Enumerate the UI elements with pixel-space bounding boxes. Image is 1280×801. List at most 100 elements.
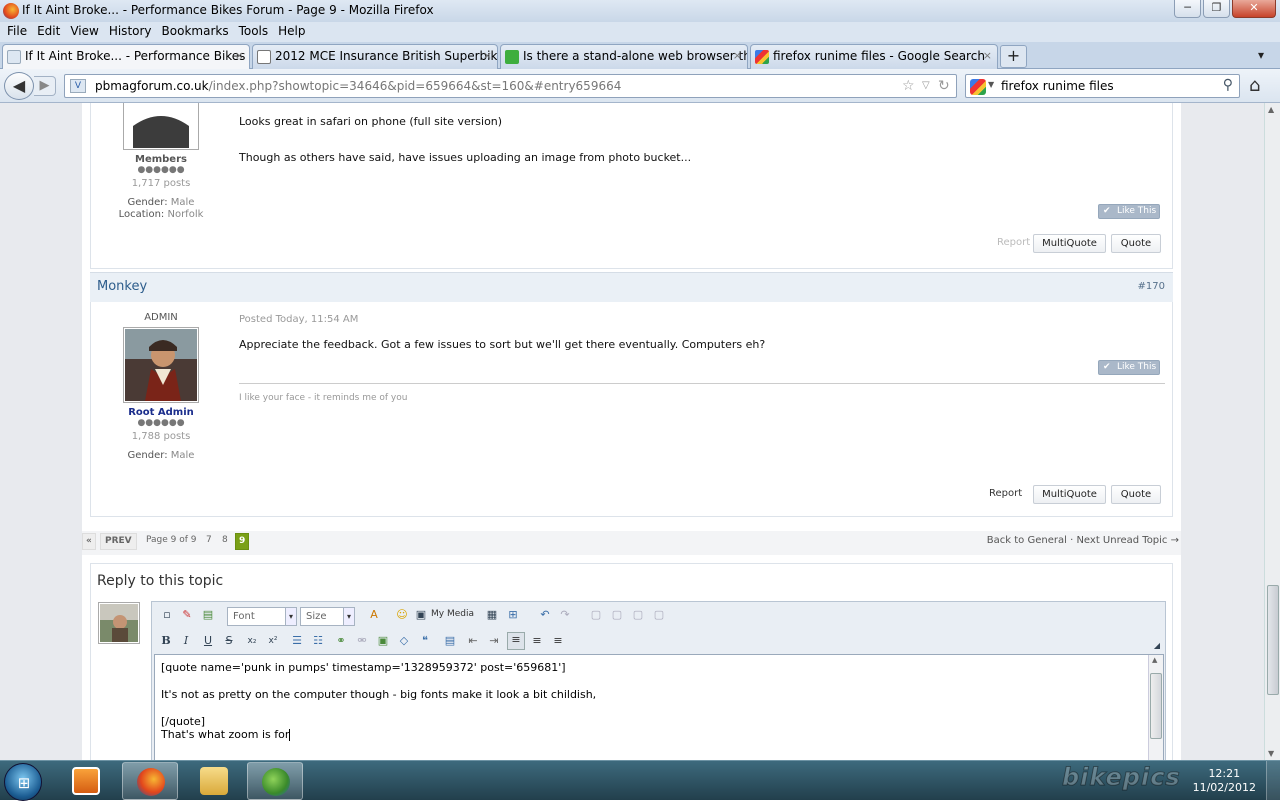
media-player-taskbar-button[interactable]	[58, 762, 114, 800]
url-dropdown-icon[interactable]: ▽	[922, 80, 930, 91]
page-link-7[interactable]: 7	[206, 533, 212, 550]
text-color-icon[interactable]: A	[367, 608, 381, 622]
page-link-8[interactable]: 8	[222, 533, 228, 550]
align-right-icon[interactable]: ≡	[551, 634, 565, 648]
link-icon[interactable]: ⚭	[334, 634, 348, 648]
outdent-icon[interactable]: ⇥	[487, 634, 501, 648]
show-desktop-button[interactable]	[1266, 761, 1280, 801]
menu-tools[interactable]: Tools	[234, 22, 274, 42]
scroll-up-icon[interactable]: ▲	[1268, 105, 1274, 114]
paste-word-icon[interactable]: ▢	[652, 608, 666, 622]
multiquote-button[interactable]: MultiQuote	[1033, 485, 1106, 504]
system-clock[interactable]: 12:21 11/02/2012	[1193, 767, 1256, 795]
cut-icon[interactable]: ▢	[589, 608, 603, 622]
new-tab-button[interactable]: +	[1000, 45, 1027, 68]
reply-textarea[interactable]: [quote name='punk in pumps' timestamp='1…	[154, 654, 1164, 760]
strikethrough-icon[interactable]: S	[222, 634, 236, 648]
minimize-button[interactable]: ─	[1174, 0, 1201, 18]
home-button[interactable]: ⌂	[1249, 75, 1260, 96]
tab-close-icon[interactable]: ×	[983, 49, 992, 62]
site-identity-icon[interactable]: V	[70, 79, 86, 93]
quote-button[interactable]: Quote	[1111, 485, 1161, 504]
numbered-list-icon[interactable]: ☷	[311, 634, 325, 648]
tab-superuser[interactable]: Is there a stand-alone web browser th...…	[500, 44, 748, 69]
messenger-taskbar-button[interactable]	[247, 762, 303, 800]
italic-icon[interactable]: I	[179, 634, 193, 648]
engine-dropdown-icon[interactable]: ▼	[988, 80, 994, 89]
forward-button[interactable]: ▶	[34, 76, 56, 96]
menu-history[interactable]: History	[104, 22, 157, 42]
back-to-forum-link[interactable]: Back to General	[987, 535, 1067, 546]
special-char-icon[interactable]: ▤	[443, 634, 457, 648]
firefox-taskbar-button[interactable]	[122, 762, 178, 800]
paste-icon[interactable]: ▢	[631, 608, 645, 622]
url-bar[interactable]: V pbmagforum.co.uk/index.php?showtopic=3…	[64, 74, 957, 98]
tab-superbike[interactable]: 2012 MCE Insurance British Superbike... …	[252, 44, 498, 69]
quote-button[interactable]: Quote	[1111, 234, 1161, 253]
resize-editor-icon[interactable]: ◢	[1150, 639, 1164, 653]
next-unread-link[interactable]: Next Unread Topic →	[1076, 535, 1179, 546]
post-author-name[interactable]: Monkey	[97, 279, 147, 294]
unlink-icon[interactable]: ⚮	[355, 634, 369, 648]
google-engine-icon[interactable]	[970, 79, 986, 95]
remove-format-icon[interactable]: ✎	[180, 608, 194, 622]
search-icon[interactable]: ⚲	[1223, 77, 1233, 93]
tab-close-icon[interactable]: ×	[733, 49, 742, 62]
menu-view[interactable]: View	[65, 22, 103, 42]
page-scrollbar[interactable]: ▲ ▼	[1264, 103, 1280, 760]
post-number[interactable]: #170	[1138, 281, 1165, 292]
quote-icon[interactable]: ❝	[418, 634, 432, 648]
superscript-icon[interactable]: x²	[266, 634, 280, 648]
my-media-button[interactable]: My Media	[431, 609, 474, 619]
search-input[interactable]: firefox runime files	[1001, 79, 1114, 93]
align-left-icon[interactable]: ≡	[507, 632, 525, 650]
like-button[interactable]: Like This	[1098, 360, 1160, 375]
avatar[interactable]	[123, 103, 199, 150]
prev-page-button[interactable]: PREV	[100, 533, 137, 550]
explorer-taskbar-button[interactable]	[186, 762, 242, 800]
tab-forum[interactable]: If It Aint Broke... - Performance Bikes …	[2, 44, 250, 70]
multiquote-button[interactable]: MultiQuote	[1033, 234, 1106, 253]
close-window-button[interactable]: ✕	[1232, 0, 1276, 18]
redo-icon[interactable]: ↷	[558, 608, 572, 622]
image-icon[interactable]: ▣	[376, 634, 390, 648]
copy-icon[interactable]: ▢	[610, 608, 624, 622]
code-tag-icon[interactable]: ◇	[397, 634, 411, 648]
url-text[interactable]: pbmagforum.co.uk/index.php?showtopic=346…	[95, 79, 621, 93]
subscript-icon[interactable]: x₂	[245, 634, 259, 648]
bookmark-star-icon[interactable]: ☆	[902, 78, 915, 94]
like-button[interactable]: Like This	[1098, 204, 1160, 219]
tab-close-icon[interactable]: ×	[235, 49, 244, 62]
menu-file[interactable]: File	[2, 22, 32, 42]
my-media-icon[interactable]: ▣	[414, 608, 428, 622]
undo-icon[interactable]: ↶	[538, 608, 552, 622]
code-icon[interactable]: ⊞	[506, 608, 520, 622]
menu-help[interactable]: Help	[273, 22, 310, 42]
scroll-up-icon[interactable]: ▲	[1152, 656, 1157, 664]
spoiler-icon[interactable]: ▦	[485, 608, 499, 622]
tab-google[interactable]: firefox runime files - Google Search ×	[750, 44, 998, 69]
menu-bookmarks[interactable]: Bookmarks	[157, 22, 234, 42]
textarea-scroll-thumb[interactable]	[1150, 673, 1162, 739]
reload-icon[interactable]: ↻	[938, 78, 950, 94]
indent-icon[interactable]: ⇤	[466, 634, 480, 648]
scroll-thumb[interactable]	[1267, 585, 1279, 695]
maximize-button[interactable]: ❐	[1203, 0, 1230, 18]
report-link[interactable]: Report	[989, 488, 1022, 499]
font-select[interactable]: Font	[227, 607, 297, 626]
emoticon-icon[interactable]: ☺	[395, 608, 409, 622]
search-bar[interactable]: ▼ firefox runime files ⚲	[965, 74, 1240, 98]
bold-icon[interactable]: B	[159, 634, 173, 648]
menu-edit[interactable]: Edit	[32, 22, 65, 42]
avatar[interactable]	[123, 327, 199, 403]
paste-text-icon[interactable]: ▤	[201, 608, 215, 622]
align-center-icon[interactable]: ≡	[530, 634, 544, 648]
scroll-down-icon[interactable]: ▼	[1268, 749, 1274, 758]
bullet-list-icon[interactable]: ☰	[290, 634, 304, 648]
underline-icon[interactable]: U	[201, 634, 215, 648]
first-page-button[interactable]: «	[82, 533, 96, 550]
tab-list-icon[interactable]: ▾	[1258, 48, 1264, 62]
report-link[interactable]: Report	[997, 237, 1030, 248]
size-select[interactable]: Size	[300, 607, 355, 626]
tab-close-icon[interactable]: ×	[483, 49, 492, 62]
